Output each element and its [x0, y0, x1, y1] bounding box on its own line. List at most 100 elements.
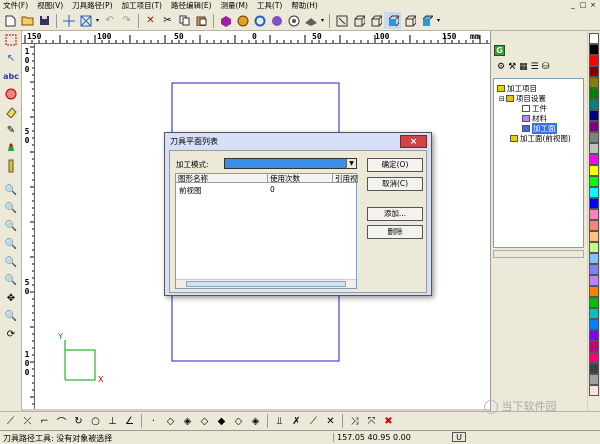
sphere-icon[interactable]	[234, 12, 251, 29]
magnify-icon[interactable]: 🔍	[1, 307, 21, 325]
path-tool-icon[interactable]: ⤫	[19, 413, 36, 430]
diamond-icon[interactable]: ◇	[196, 413, 213, 430]
zoom-window-icon[interactable]: 🔍	[1, 217, 21, 235]
color-swatch[interactable]	[589, 99, 599, 110]
tool-icon[interactable]: ⚒	[508, 62, 516, 72]
list-scrollbar[interactable]	[176, 279, 356, 288]
angle-tool-icon[interactable]: ∠	[121, 413, 138, 430]
minimize-button[interactable]: _	[568, 0, 578, 10]
unit-indicator[interactable]: U	[452, 432, 466, 442]
color-swatch[interactable]	[589, 66, 599, 77]
column-header-ref[interactable]: 引用视图	[333, 174, 358, 183]
cut-icon[interactable]: ✂	[159, 12, 176, 29]
zoom-fit-icon[interactable]: 🔍	[1, 235, 21, 253]
point-icon[interactable]: ·	[145, 413, 162, 430]
color-swatch[interactable]	[589, 165, 599, 176]
view-top-icon[interactable]	[384, 12, 401, 29]
undo-icon[interactable]: ↶	[101, 12, 118, 29]
zoom-box-icon[interactable]	[333, 12, 350, 29]
surface-icon[interactable]	[302, 12, 319, 29]
color-swatch[interactable]	[589, 198, 599, 209]
view-iso-icon[interactable]	[350, 12, 367, 29]
measure-icon[interactable]	[1, 157, 21, 175]
color-swatch[interactable]	[589, 242, 599, 253]
copy-icon[interactable]	[176, 12, 193, 29]
maximize-button[interactable]: □	[578, 0, 588, 10]
select-box-icon[interactable]	[77, 12, 94, 29]
dropdown-arrow-icon[interactable]: ▾	[94, 12, 101, 29]
tee-tool-icon[interactable]: ⊥	[104, 413, 121, 430]
color-swatch[interactable]	[589, 220, 599, 231]
menu-tools[interactable]: 工具(T)	[257, 0, 282, 11]
diamond-icon[interactable]: ◈	[247, 413, 264, 430]
delete-icon[interactable]: ✕	[142, 12, 159, 29]
paste-icon[interactable]	[193, 12, 210, 29]
diamond-icon[interactable]: ◇	[230, 413, 247, 430]
cross-icon[interactable]: ✗	[288, 413, 305, 430]
refresh-icon[interactable]: ⟳	[1, 325, 21, 343]
remove-icon[interactable]: ✕	[322, 413, 339, 430]
column-header-name[interactable]: 图形名称	[176, 174, 268, 183]
color-swatch[interactable]	[589, 363, 599, 374]
delete-button[interactable]: 删除	[367, 225, 423, 239]
color-swatch[interactable]	[589, 275, 599, 286]
menu-view[interactable]: 视图(V)	[37, 0, 63, 11]
plane-list[interactable]: 图形名称 使用次数 引用视图 前视图 0	[175, 173, 358, 289]
color-swatch[interactable]	[589, 88, 599, 99]
cancel-button[interactable]: 取消(C)	[367, 177, 423, 191]
color-swatch[interactable]	[589, 253, 599, 264]
dropdown-arrow-icon[interactable]: ▾	[435, 12, 442, 29]
dropdown-arrow-icon[interactable]: ▾	[319, 12, 326, 29]
view-3d-icon[interactable]	[418, 12, 435, 29]
open-folder-icon[interactable]	[19, 12, 36, 29]
close-red-icon[interactable]: ✖	[380, 413, 397, 430]
zoom-out-icon[interactable]: 🔍	[1, 199, 21, 217]
arc-corner-icon[interactable]: ⌒	[53, 413, 70, 430]
diamond-icon[interactable]: ◇	[162, 413, 179, 430]
column-header-count[interactable]: 使用次数	[268, 174, 333, 183]
close-window-button[interactable]: ×	[588, 0, 598, 10]
color-swatch[interactable]	[589, 154, 599, 165]
rotate-view-icon[interactable]	[285, 12, 302, 29]
diamond-icon[interactable]: ◈	[179, 413, 196, 430]
color-swatch[interactable]	[589, 352, 599, 363]
menu-toolpath[interactable]: 刀具路径(P)	[72, 0, 112, 11]
table-icon[interactable]: ▦	[519, 62, 528, 72]
color-swatch[interactable]	[589, 374, 599, 385]
zoom-all-icon[interactable]: 🔍	[1, 253, 21, 271]
eraser-icon[interactable]	[1, 103, 21, 121]
panel-tab-g[interactable]: G	[494, 45, 505, 56]
new-file-icon[interactable]	[2, 12, 19, 29]
color-swatch[interactable]	[589, 209, 599, 220]
color-swatch[interactable]	[589, 121, 599, 132]
chevron-down-icon[interactable]: ▼	[346, 159, 356, 168]
color-swatch[interactable]	[589, 77, 599, 88]
color-swatch[interactable]	[589, 264, 599, 275]
tree-node-front-view[interactable]: 加工面(前视图)	[510, 133, 571, 144]
path-delete-icon[interactable]: ⤧	[363, 413, 380, 430]
shape-select-icon[interactable]	[1, 85, 21, 103]
color-swatch[interactable]	[589, 286, 599, 297]
menu-measure[interactable]: 测量(M)	[221, 0, 248, 11]
menu-machining-project[interactable]: 加工项目(T)	[122, 0, 162, 11]
view-side-icon[interactable]	[401, 12, 418, 29]
render-solid-icon[interactable]	[217, 12, 234, 29]
pointer-arrow-icon[interactable]: ↖	[1, 49, 21, 67]
project-icon[interactable]: ⚙	[497, 62, 505, 72]
crosshair-icon[interactable]	[60, 12, 77, 29]
color-swatch[interactable]	[589, 44, 599, 55]
color-swatch[interactable]	[589, 308, 599, 319]
corner-icon[interactable]: ⌐	[36, 413, 53, 430]
mode-select[interactable]: ▼	[224, 158, 357, 169]
pen-icon[interactable]: ✎	[1, 121, 21, 139]
color-swatch[interactable]	[589, 176, 599, 187]
menu-help[interactable]: 帮助(H)	[291, 0, 318, 11]
row-name[interactable]: 前视图	[179, 185, 202, 196]
arc-tool-icon[interactable]: ↻	[70, 413, 87, 430]
color-swatch[interactable]	[589, 132, 599, 143]
color-swatch[interactable]	[589, 231, 599, 242]
lathe-icon[interactable]: ⫫	[271, 413, 288, 430]
tree-scrollbar[interactable]	[493, 250, 584, 258]
color-swatch[interactable]	[589, 143, 599, 154]
save-icon[interactable]	[36, 12, 53, 29]
